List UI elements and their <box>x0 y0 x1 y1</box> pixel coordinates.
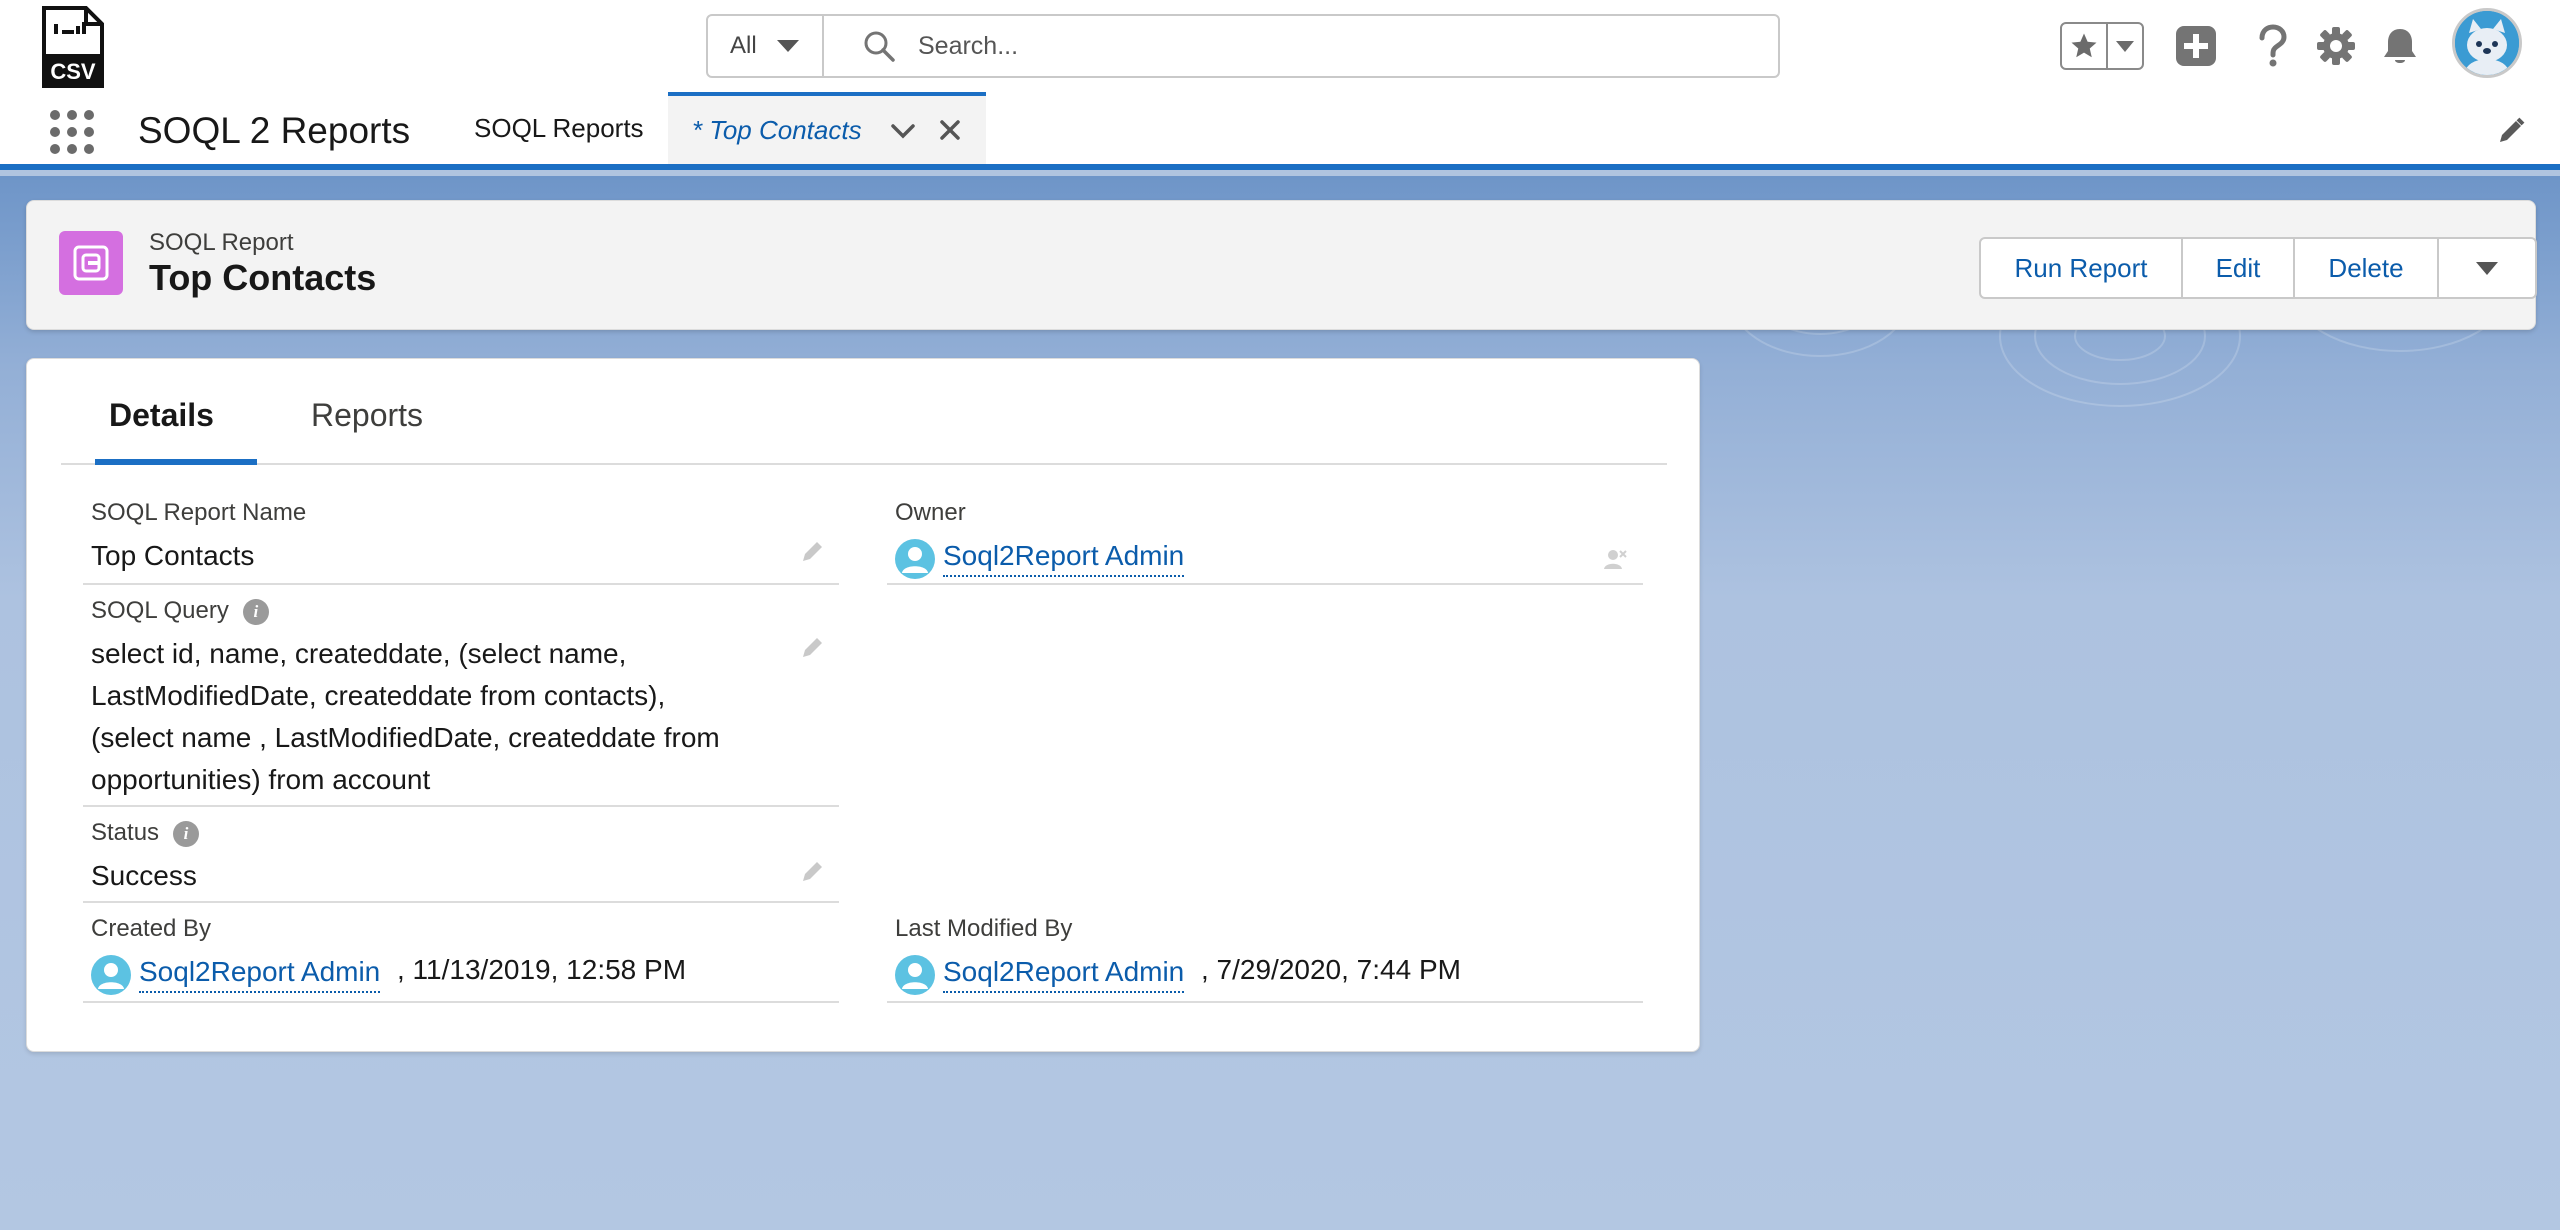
nav-tab-top-contacts[interactable]: * Top Contacts <box>668 92 986 164</box>
field-label-last-modified-by: Last Modified By <box>895 915 1073 942</box>
global-search: All <box>706 14 1780 78</box>
avatar <box>895 955 935 995</box>
field-value-soql-query-line-3: (select name , LastModifiedDate, created… <box>91 722 720 753</box>
edit-button[interactable]: Edit <box>2183 239 2295 297</box>
field-label-owner: Owner <box>895 499 966 526</box>
field-divider <box>887 583 1643 585</box>
info-icon[interactable]: i <box>173 820 200 847</box>
favorites-button-group <box>2060 22 2144 70</box>
csv-logo[interactable]: CSV <box>40 6 106 88</box>
nav-tab-soql-reports[interactable]: SOQL Reports <box>474 92 644 164</box>
help-button[interactable] <box>2248 22 2296 70</box>
record-actions: Run Report Edit Delete <box>1979 237 2537 299</box>
astro-avatar-icon <box>2455 11 2519 75</box>
soql-report-record-icon <box>59 231 123 295</box>
close-icon[interactable] <box>938 118 962 142</box>
user-icon <box>902 963 928 989</box>
record-title: Top Contacts <box>149 257 377 298</box>
global-header: CSV All <box>0 0 2560 92</box>
user-icon <box>98 963 124 989</box>
search-scope-label: All <box>730 32 757 59</box>
field-label-soql-query: SOQL Query i <box>91 597 269 625</box>
created-date: , 11/13/2019, 12:58 PM <box>397 954 687 985</box>
favorites-list-button[interactable] <box>2108 24 2142 68</box>
pencil-icon[interactable] <box>799 633 827 661</box>
pencil-icon[interactable] <box>799 537 827 565</box>
search-scope-dropdown[interactable]: All <box>708 16 824 76</box>
setup-button[interactable] <box>2312 22 2360 70</box>
report-icon <box>73 245 109 281</box>
delete-button[interactable]: Delete <box>2295 239 2439 297</box>
tab-reports[interactable]: Reports <box>311 397 423 434</box>
field-value-soql-query-line-4: opportunities) from account <box>91 764 431 795</box>
notifications-button[interactable] <box>2376 22 2424 70</box>
run-report-button[interactable]: Run Report <box>1981 239 2183 297</box>
more-actions-button[interactable] <box>2439 239 2535 297</box>
avatar <box>895 539 935 579</box>
favorites-button[interactable] <box>2062 24 2108 68</box>
question-icon <box>2259 24 2287 67</box>
plus-icon <box>2176 26 2216 66</box>
field-divider <box>83 1001 839 1003</box>
user-profile-avatar[interactable] <box>2452 8 2522 78</box>
created-by-link[interactable]: Soql2Report Admin <box>139 953 381 993</box>
star-icon <box>2071 33 2097 58</box>
field-label-status: Status i <box>91 819 200 847</box>
field-value-soql-query-line-1: select id, name, createddate, (select na… <box>91 638 627 669</box>
chevron-down-icon[interactable] <box>890 122 916 140</box>
app-name: SOQL 2 Reports <box>138 110 411 151</box>
nav-tab-label: * Top Contacts <box>692 114 862 145</box>
app-launcher-button[interactable] <box>50 110 94 154</box>
change-owner-icon[interactable] <box>1601 545 1629 573</box>
field-divider <box>83 901 839 903</box>
field-value-soql-query-line-2: LastModifiedDate, createddate from conta… <box>91 680 666 711</box>
detail-tabs: Details Reports <box>61 359 1667 465</box>
app-navigation-bar: SOQL 2 Reports SOQL Reports * Top Contac… <box>0 92 2560 170</box>
field-label-text: SOQL Query <box>91 597 229 624</box>
info-icon[interactable]: i <box>242 598 269 625</box>
chevron-down-icon <box>776 40 799 52</box>
last-modified-by-link[interactable]: Soql2Report Admin <box>943 953 1185 993</box>
search-input[interactable] <box>918 31 1738 61</box>
edit-nav-pencil-icon[interactable] <box>2496 116 2526 146</box>
owner-link[interactable]: Soql2Report Admin <box>943 537 1185 577</box>
user-icon <box>902 547 928 573</box>
field-label-text: Status <box>91 819 160 846</box>
field-divider <box>83 805 839 807</box>
gear-icon <box>2317 27 2355 65</box>
search-icon <box>864 31 895 62</box>
field-divider <box>83 583 839 585</box>
last-modified-date: , 7/29/2020, 7:44 PM <box>1201 954 1461 985</box>
field-value-report-name: Top Contacts <box>91 540 255 571</box>
bell-icon <box>2384 29 2416 63</box>
field-divider <box>887 1001 1643 1003</box>
field-value-status: Success <box>91 860 197 891</box>
active-tab-indicator <box>95 459 257 465</box>
field-label-created-by: Created By <box>91 915 212 942</box>
chevron-down-icon <box>2116 40 2134 52</box>
avatar <box>91 955 131 995</box>
details-card: Details Reports SOQL Report Name Top Con… <box>26 358 1700 1052</box>
global-actions-button[interactable] <box>2172 22 2220 70</box>
nav-tab-label: SOQL Reports <box>474 112 644 143</box>
logo-text: CSV <box>50 59 96 84</box>
field-label-report-name: SOQL Report Name <box>91 499 307 526</box>
record-header: SOQL Report Top Contacts Run Report Edit… <box>26 200 2537 330</box>
tab-details[interactable]: Details <box>109 397 214 434</box>
pencil-icon[interactable] <box>799 857 827 885</box>
chevron-down-icon <box>2476 261 2498 275</box>
record-type-label: SOQL Report <box>149 229 294 256</box>
